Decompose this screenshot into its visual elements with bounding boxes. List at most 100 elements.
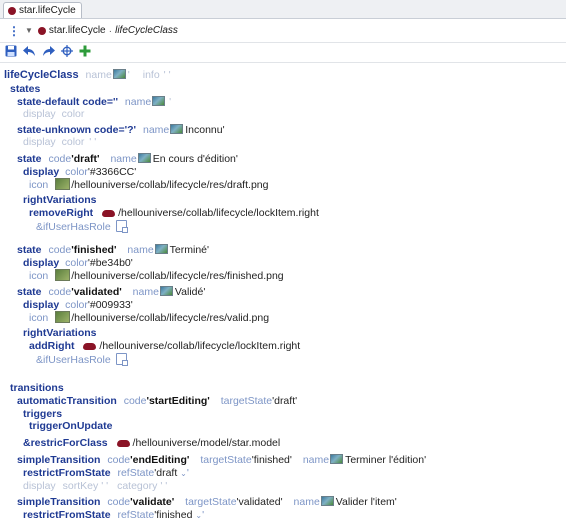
code-attr[interactable]: code — [48, 153, 71, 165]
icon-value[interactable]: /hellouniverse/collab/lifecycle/res/fini… — [71, 270, 283, 282]
redo-icon[interactable] — [42, 45, 55, 60]
target-state-value[interactable]: 'finished' — [252, 454, 292, 466]
simple-transition-validate[interactable]: simpleTransition code'validate' targetSt… — [17, 496, 397, 508]
target-state-attr[interactable]: targetState — [185, 496, 236, 508]
color-attr[interactable]: color — [65, 166, 88, 178]
target-icon[interactable] — [61, 45, 73, 60]
color-value[interactable]: ' ' — [89, 136, 96, 148]
code-value[interactable]: 'validated' — [71, 286, 122, 298]
more-menu-icon[interactable]: ⋮ — [8, 24, 20, 38]
chevron-down-icon[interactable]: ⌄ — [180, 469, 187, 478]
target-state-attr[interactable]: targetState — [200, 454, 251, 466]
ref-state-attr[interactable]: refState — [117, 509, 154, 521]
category-value[interactable]: ' ' — [160, 480, 167, 492]
root-node[interactable]: lifeCycleClass name ' info ' ' — [4, 69, 171, 81]
color-value[interactable]: '#009933' — [88, 299, 133, 311]
link-file-icon[interactable] — [115, 353, 128, 366]
restrict-from-state-node[interactable]: restrictFromState refState'draft ⌄' — [23, 467, 189, 479]
category-attr[interactable]: category — [117, 480, 157, 492]
if-user-has-role-keyword[interactable]: &ifUserHasRole — [36, 221, 111, 233]
restrict-for-class-node[interactable]: &restricForClass /hellouniverse/model/st… — [23, 437, 280, 449]
target-state-attr[interactable]: targetState — [221, 395, 272, 407]
triggers-node[interactable]: triggers — [23, 408, 62, 420]
state-unknown-name-attr[interactable]: name — [143, 124, 169, 136]
name-value[interactable]: Terminé' — [170, 244, 209, 256]
code-attr[interactable]: code — [124, 395, 147, 407]
simple-transition-keyword[interactable]: simpleTransition — [17, 496, 100, 508]
restrict-for-class-keyword[interactable]: &restricForClass — [23, 437, 108, 449]
state-default-name-attr[interactable]: name — [125, 96, 151, 108]
name-attr[interactable]: name — [127, 244, 153, 256]
right-variations-keyword[interactable]: rightVariations — [23, 327, 97, 339]
state-unknown-name-value[interactable]: Inconnu' — [185, 124, 224, 136]
name-value[interactable]: En cours d'édition' — [153, 153, 238, 165]
sort-key-value[interactable]: ' ' — [101, 480, 108, 492]
transitions-keyword[interactable]: transitions — [10, 382, 64, 394]
code-value[interactable]: 'finished' — [71, 244, 116, 256]
state-draft-node[interactable]: state code'draft' name En cours d'édition… — [17, 153, 238, 165]
restrict-from-state-node[interactable]: restrictFromState refState'finished ⌄' — [23, 509, 204, 521]
state-validated-display[interactable]: display color'#009933' — [23, 299, 133, 311]
name-attr[interactable]: name — [110, 153, 136, 165]
automatic-transition-keyword[interactable]: automaticTransition — [17, 395, 117, 407]
code-attr[interactable]: code — [107, 496, 130, 508]
simple-transition-end-editing[interactable]: simpleTransition code'endEditing' target… — [17, 454, 426, 466]
code-attr[interactable]: code — [48, 286, 71, 298]
display-keyword[interactable]: display — [23, 257, 59, 269]
icon-attr[interactable]: icon — [29, 179, 48, 191]
state-finished-display[interactable]: display color'#be34b0' — [23, 257, 133, 269]
add-right-node[interactable]: addRight /hellouniverse/collab/lifecycle… — [29, 340, 300, 352]
display-keyword[interactable]: display — [23, 108, 56, 120]
remove-right-keyword[interactable]: removeRight — [29, 207, 93, 219]
save-icon[interactable] — [5, 45, 17, 60]
state-draft-display[interactable]: display color'#3366CC' — [23, 166, 136, 178]
transitions-node[interactable]: transitions — [10, 382, 64, 394]
ref-state-attr[interactable]: refState — [117, 467, 154, 479]
state-validated-node[interactable]: state code'validated' name Validé' — [17, 286, 205, 298]
if-user-has-role-node[interactable]: &ifUserHasRole — [36, 220, 128, 233]
states-node[interactable]: states — [10, 83, 40, 95]
add-right-value[interactable]: /hellouniverse/collab/lifecycle/lockItem… — [99, 340, 300, 352]
end-editing-display[interactable]: display sortKey ' ' category ' ' — [23, 480, 167, 492]
icon-attr[interactable]: icon — [29, 312, 48, 324]
right-variations-keyword[interactable]: rightVariations — [23, 194, 97, 206]
color-attr[interactable]: color — [62, 136, 85, 148]
state-finished-icon[interactable]: icon /hellouniverse/collab/lifecycle/res… — [29, 269, 284, 282]
breadcrumb-class[interactable]: lifeCycleClass — [115, 25, 178, 36]
breadcrumb-model[interactable]: star.lifeCycle — [49, 25, 106, 36]
if-user-has-role-node[interactable]: &ifUserHasRole — [36, 353, 128, 366]
tab-star-lifecycle[interactable]: star.lifeCycle — [3, 2, 82, 18]
code-attr[interactable]: code — [48, 244, 71, 256]
display-keyword[interactable]: display — [23, 136, 56, 148]
automatic-transition-node[interactable]: automaticTransition code'startEditing' t… — [17, 395, 297, 407]
display-keyword[interactable]: display — [23, 166, 59, 178]
add-right-keyword[interactable]: addRight — [29, 340, 75, 352]
root-name-attr[interactable]: name — [86, 69, 112, 81]
ref-state-value[interactable]: 'finished — [154, 509, 192, 521]
state-keyword[interactable]: state — [17, 286, 42, 298]
state-finished-node[interactable]: state code'finished' name Terminé' — [17, 244, 209, 256]
root-name-value[interactable]: ' — [128, 69, 130, 81]
remove-right-node[interactable]: removeRight /hellouniverse/collab/lifecy… — [29, 207, 319, 219]
state-draft-right-variations[interactable]: rightVariations — [23, 194, 97, 206]
if-user-has-role-keyword[interactable]: &ifUserHasRole — [36, 354, 111, 366]
triggers-keyword[interactable]: triggers — [23, 408, 62, 420]
state-default-name-value[interactable]: ' — [169, 96, 171, 108]
state-draft-icon[interactable]: icon /hellouniverse/collab/lifecycle/res… — [29, 178, 268, 191]
target-state-value[interactable]: 'validated' — [237, 496, 283, 508]
ref-state-value[interactable]: 'draft — [154, 467, 177, 479]
color-value[interactable]: '#be34b0' — [88, 257, 133, 269]
state-unknown-display[interactable]: display color ' ' — [23, 136, 96, 148]
chevron-down-icon[interactable]: ▼ — [25, 26, 33, 35]
link-file-icon[interactable] — [115, 220, 128, 233]
code-value[interactable]: 'draft' — [71, 153, 99, 165]
restrict-for-class-value[interactable]: /hellouniverse/model/star.model — [133, 437, 281, 449]
state-default-node[interactable]: state-default code='' name ' — [17, 96, 171, 108]
name-attr[interactable]: name — [294, 496, 320, 508]
root-keyword[interactable]: lifeCycleClass — [4, 69, 79, 81]
name-value[interactable]: Valider l'item' — [336, 496, 397, 508]
name-attr[interactable]: name — [133, 286, 159, 298]
root-info-value[interactable]: ' ' — [164, 69, 171, 81]
name-value[interactable]: Terminer l'édition' — [345, 454, 426, 466]
restrict-from-state-keyword[interactable]: restrictFromState — [23, 467, 111, 479]
